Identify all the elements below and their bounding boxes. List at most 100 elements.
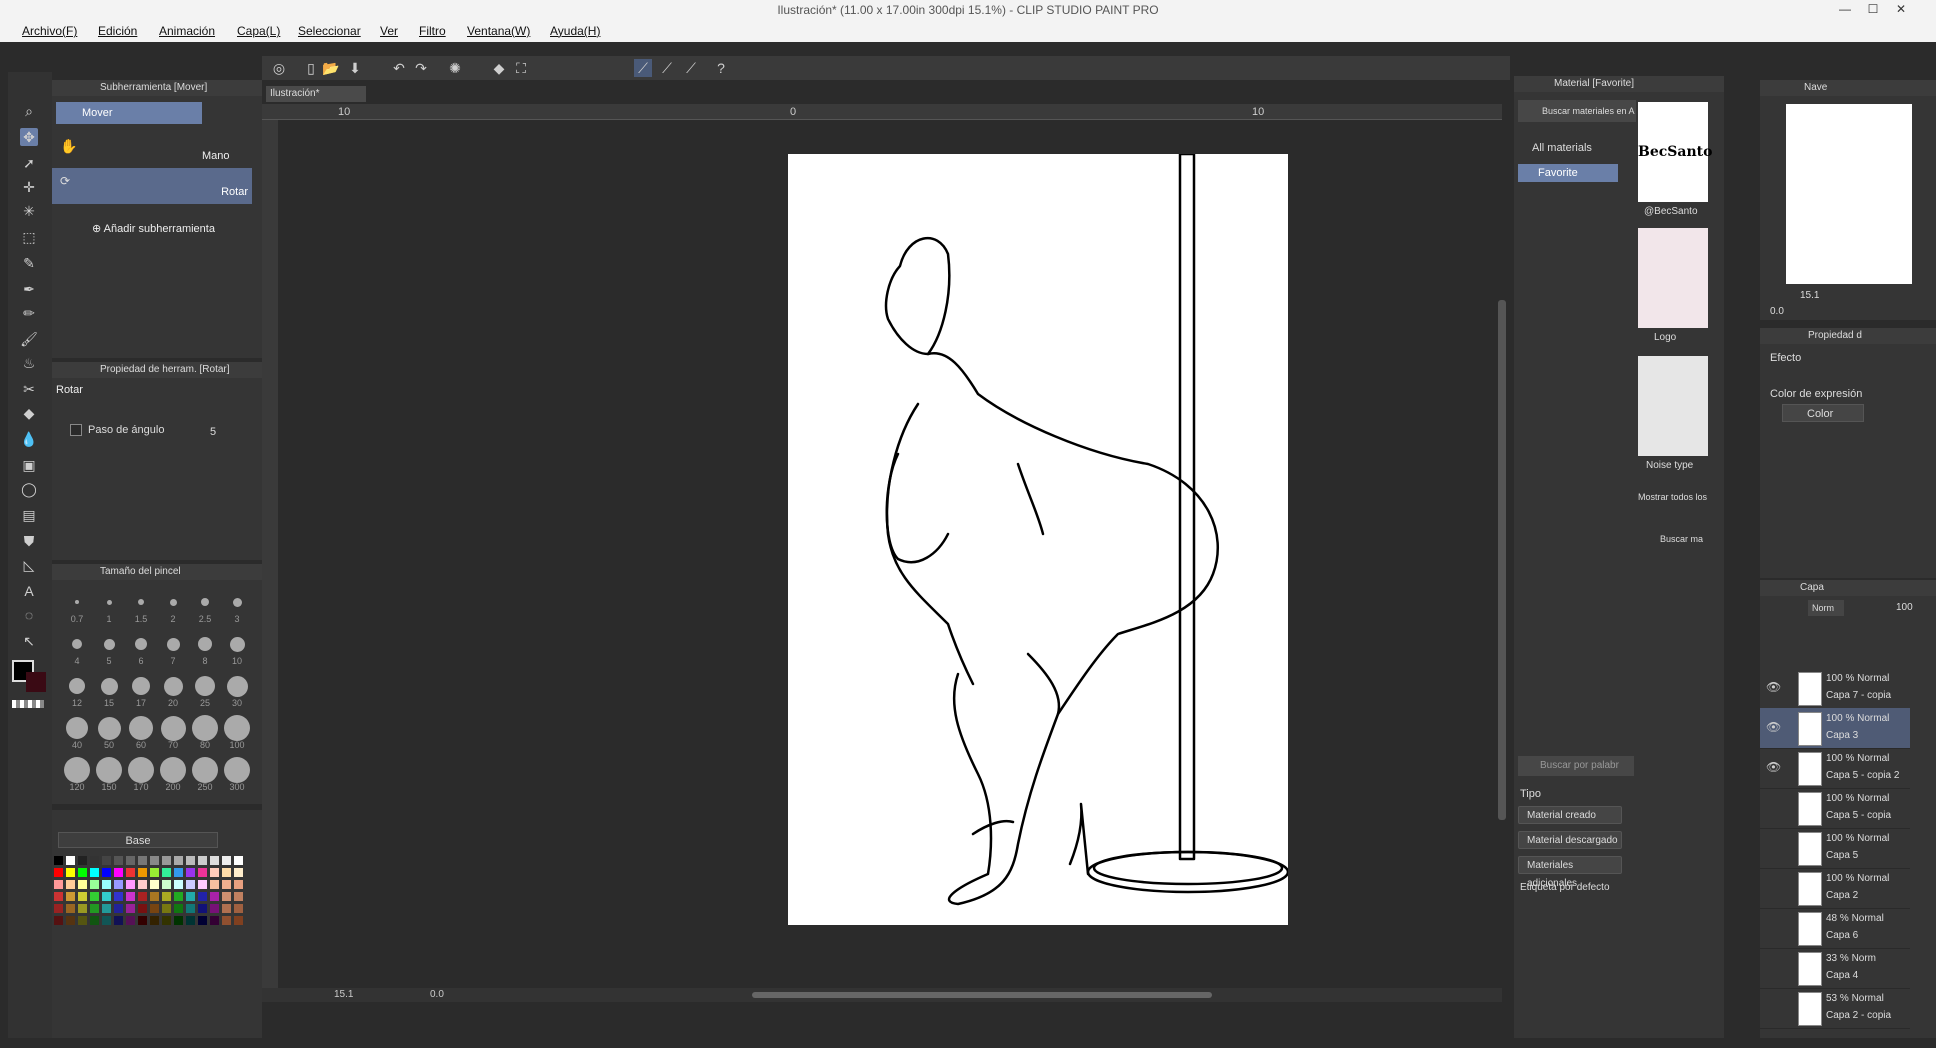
color-swatch[interactable]: [78, 868, 87, 877]
brush-size-dot[interactable]: [100, 677, 118, 695]
color-swatch[interactable]: [222, 856, 231, 865]
fill-icon[interactable]: ⛊: [20, 532, 38, 550]
subtool-rotate-row[interactable]: ⟳ Rotar: [52, 168, 252, 204]
move-layer-icon[interactable]: ✛: [20, 178, 38, 196]
transparent-color-swatch[interactable]: [12, 700, 44, 708]
brush-size-dot[interactable]: [160, 715, 186, 741]
layer-row[interactable]: 53 % Normal Capa 2 - copia: [1760, 988, 1910, 1029]
selection-icon[interactable]: ⬚: [20, 228, 38, 246]
color-swatch[interactable]: [102, 880, 111, 889]
brush-size-dot[interactable]: [198, 637, 212, 651]
color-swatch[interactable]: [54, 868, 63, 877]
brush-size-dot[interactable]: [135, 638, 147, 650]
color-swatch[interactable]: [198, 904, 207, 913]
brush-size-dot[interactable]: [169, 598, 177, 606]
angle-step-checkbox[interactable]: [70, 424, 82, 436]
brush-size-dot[interactable]: [64, 757, 90, 783]
color-swatch[interactable]: [78, 856, 87, 865]
ruler-icon[interactable]: ◺: [20, 556, 38, 574]
color-swatch[interactable]: [126, 916, 135, 925]
wand-icon[interactable]: ✳: [20, 202, 38, 220]
operation-tool-icon[interactable]: ➚: [20, 154, 38, 172]
undo-icon[interactable]: ↶: [390, 59, 408, 77]
show-all-link[interactable]: Mostrar todos los: [1638, 492, 1707, 502]
color-swatch[interactable]: [222, 916, 231, 925]
color-swatch[interactable]: [222, 868, 231, 877]
color-swatch[interactable]: [162, 892, 171, 901]
color-swatch[interactable]: [186, 880, 195, 889]
color-swatch[interactable]: [90, 868, 99, 877]
decoration-icon[interactable]: ✂: [20, 380, 38, 398]
color-swatch[interactable]: [162, 868, 171, 877]
brush-size-dot[interactable]: [192, 715, 218, 741]
color-swatch[interactable]: [114, 892, 123, 901]
search-material-button[interactable]: Buscar ma: [1660, 534, 1703, 544]
brush-size-dot[interactable]: [72, 639, 82, 649]
eyedropper-icon[interactable]: ✎: [20, 254, 38, 272]
color-swatch[interactable]: [138, 856, 147, 865]
visibility-eye-icon[interactable]: 👁: [1766, 760, 1781, 774]
minimize-button[interactable]: —: [1838, 2, 1852, 16]
color-swatch[interactable]: [138, 904, 147, 913]
type-created-button[interactable]: Material creado: [1518, 806, 1622, 824]
color-swatch[interactable]: [138, 880, 147, 889]
visibility-eye-icon[interactable]: 👁: [1766, 680, 1781, 694]
brush-size-dot[interactable]: [75, 600, 79, 604]
airbrush-icon[interactable]: ♨: [20, 354, 38, 372]
color-swatch[interactable]: [150, 904, 159, 913]
color-swatch[interactable]: [210, 880, 219, 889]
color-swatch[interactable]: [90, 904, 99, 913]
tab-ilustracion[interactable]: Ilustración*: [266, 86, 366, 102]
brush-icon[interactable]: 🖌: [20, 330, 38, 348]
brush-size-dot[interactable]: [160, 757, 186, 783]
color-swatch[interactable]: [66, 892, 75, 901]
color-swatch[interactable]: [234, 868, 243, 877]
color-swatch[interactable]: [114, 916, 123, 925]
layer-row[interactable]: 100 % Normal Capa 5: [1760, 828, 1910, 869]
color-swatch[interactable]: [162, 916, 171, 925]
color-swatch[interactable]: [210, 856, 219, 865]
maximize-button[interactable]: ☐: [1866, 2, 1880, 16]
color-swatch[interactable]: [114, 868, 123, 877]
visibility-eye-icon[interactable]: 👁: [1766, 720, 1781, 734]
color-swatch[interactable]: [222, 880, 231, 889]
navigator-angle[interactable]: 0.0: [1770, 306, 1784, 317]
brush-size-dot[interactable]: [132, 677, 150, 695]
color-swatch[interactable]: [210, 916, 219, 925]
keyword-search-field[interactable]: Buscar por palabr: [1518, 756, 1634, 776]
color-swatch[interactable]: [90, 880, 99, 889]
color-swatch[interactable]: [126, 868, 135, 877]
color-swatch[interactable]: [138, 868, 147, 877]
color-swatch[interactable]: [198, 856, 207, 865]
color-swatch[interactable]: [198, 868, 207, 877]
drawing-paper[interactable]: [788, 152, 1290, 925]
color-swatch[interactable]: [54, 904, 63, 913]
color-swatch[interactable]: [222, 892, 231, 901]
tree-all-materials[interactable]: All materials: [1532, 142, 1592, 154]
color-swatch[interactable]: [78, 892, 87, 901]
color-swatch[interactable]: [102, 868, 111, 877]
color-swatch[interactable]: [90, 892, 99, 901]
color-swatch[interactable]: [114, 904, 123, 913]
layer-row[interactable]: 👁 100 % Normal Capa 7 - copia: [1760, 668, 1910, 709]
canvas-zoom-value[interactable]: 15.1: [334, 989, 353, 1000]
layer-row[interactable]: 100 % Normal Capa 5 - copia: [1760, 788, 1910, 829]
color-swatch[interactable]: [126, 856, 135, 865]
blend-icon[interactable]: 💧: [20, 430, 38, 448]
type-downloaded-button[interactable]: Material descargado: [1518, 831, 1622, 849]
color-swatch[interactable]: [66, 880, 75, 889]
menu-edicion[interactable]: Edición: [98, 24, 137, 38]
menu-archivo[interactable]: Archivo(F): [22, 24, 77, 38]
brush-size-dot[interactable]: [66, 717, 88, 739]
color-swatch[interactable]: [234, 916, 243, 925]
color-swatch[interactable]: [186, 904, 195, 913]
eraser-icon[interactable]: ◆: [20, 404, 38, 422]
pen-icon[interactable]: ✒: [20, 280, 38, 298]
color-swatch[interactable]: [126, 880, 135, 889]
color-swatch[interactable]: [54, 880, 63, 889]
menu-ayuda[interactable]: Ayuda(H): [550, 24, 600, 38]
pencil-icon[interactable]: ✏: [20, 304, 38, 322]
snap-ruler-icon[interactable]: ⟋: [634, 59, 652, 77]
snap-special-icon[interactable]: ⟋: [658, 59, 676, 77]
menu-ver[interactable]: Ver: [380, 24, 398, 38]
